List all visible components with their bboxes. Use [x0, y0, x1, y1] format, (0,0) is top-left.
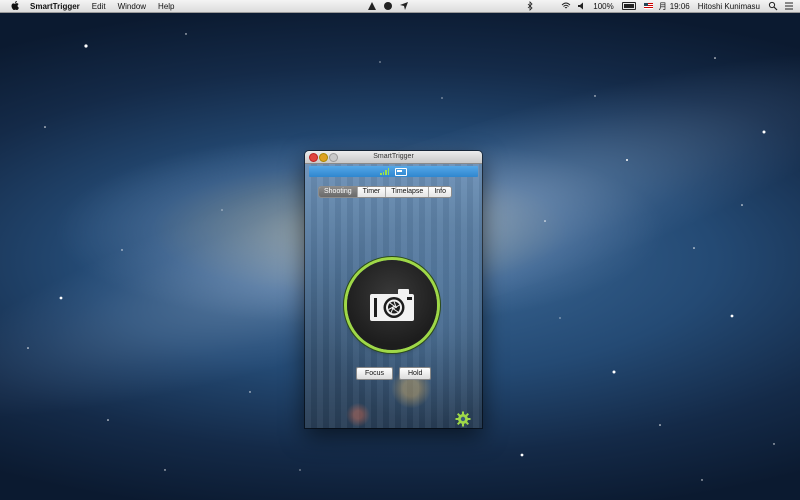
signal-icon: [380, 168, 389, 175]
mode-tabs: Shooting Timer Timelapse Info: [318, 186, 452, 198]
tab-info[interactable]: Info: [428, 187, 451, 197]
hold-button[interactable]: Hold: [399, 367, 432, 380]
menu-user-name[interactable]: Hitoshi Kunimasu: [698, 2, 760, 11]
menu-edit[interactable]: Edit: [92, 2, 106, 11]
input-source-flag-icon[interactable]: [643, 3, 653, 9]
window-titlebar[interactable]: SmartTrigger: [305, 151, 482, 164]
window-zoom-button[interactable]: [329, 153, 338, 162]
menu-window[interactable]: Window: [118, 2, 146, 11]
status-app-icon[interactable]: [367, 1, 377, 11]
menu-clock[interactable]: 19:06: [670, 2, 690, 11]
menu-day[interactable]: 月: [659, 1, 667, 12]
window-minimize-button[interactable]: [319, 153, 328, 162]
status-record-icon[interactable]: [383, 1, 393, 11]
camera-icon: [370, 289, 414, 321]
battery-icon: [395, 167, 407, 176]
battery-percent[interactable]: 100%: [593, 2, 613, 11]
tab-timer[interactable]: Timer: [356, 187, 386, 197]
gear-icon[interactable]: [455, 411, 471, 427]
menu-help[interactable]: Help: [158, 2, 174, 11]
menu-bar: SmartTrigger Edit Window Help 100% 月 19:…: [0, 0, 800, 13]
shutter-button[interactable]: [347, 260, 437, 350]
connection-status-bar: [309, 166, 478, 177]
battery-icon[interactable]: [621, 2, 636, 10]
bluetooth-icon[interactable]: [525, 1, 535, 11]
focus-button[interactable]: Focus: [356, 367, 394, 380]
notification-center-icon[interactable]: [784, 1, 794, 11]
menu-app-name[interactable]: SmartTrigger: [30, 2, 80, 11]
volume-icon[interactable]: [577, 1, 587, 11]
window-close-button[interactable]: [309, 153, 318, 162]
spotlight-search-icon[interactable]: [768, 1, 778, 11]
location-arrow-icon[interactable]: [399, 1, 409, 11]
tab-timelapse[interactable]: Timelapse: [385, 187, 429, 197]
window-title: SmartTrigger: [373, 153, 414, 160]
wifi-icon[interactable]: [561, 1, 571, 11]
menu-extras: 100% 月 19:06 Hitoshi Kunimasu: [367, 0, 800, 12]
window-content: Shooting Timer Timelapse Info Focus Hold: [305, 164, 482, 428]
smarttrigger-window: SmartTrigger Shooting Timer Timelapse In…: [305, 151, 482, 428]
tab-shooting[interactable]: Shooting: [319, 187, 357, 197]
apple-menu-icon[interactable]: [10, 1, 20, 11]
